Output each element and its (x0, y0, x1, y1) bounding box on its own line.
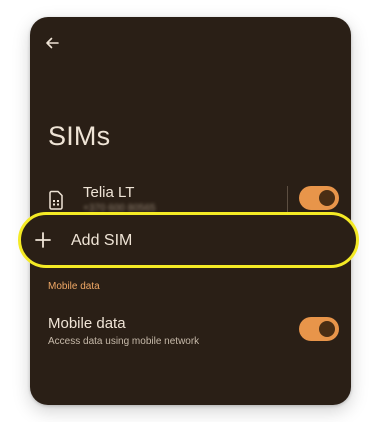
section-header-mobile-data: Mobile data (48, 281, 100, 292)
sim-name: Telia LT (83, 184, 135, 201)
mobile-data-title: Mobile data (48, 315, 126, 332)
divider (287, 186, 288, 214)
toggle-knob (319, 321, 335, 337)
page-title: SIMs (48, 121, 111, 151)
sim-card-icon (49, 190, 63, 210)
plus-icon (35, 232, 51, 248)
settings-screen: SIMs Telia LT +370 600 80565 Mobile data… (30, 17, 351, 405)
toggle-knob (319, 190, 335, 206)
sim-toggle[interactable] (299, 186, 339, 210)
arrow-left-icon (46, 37, 59, 49)
back-button[interactable] (40, 31, 64, 55)
add-sim-button[interactable]: Add SIM (18, 212, 359, 268)
mobile-data-item[interactable]: Mobile data Access data using mobile net… (30, 313, 351, 357)
mobile-data-toggle[interactable] (299, 317, 339, 341)
mobile-data-subtitle: Access data using mobile network (48, 336, 200, 347)
add-sim-label: Add SIM (71, 232, 133, 249)
